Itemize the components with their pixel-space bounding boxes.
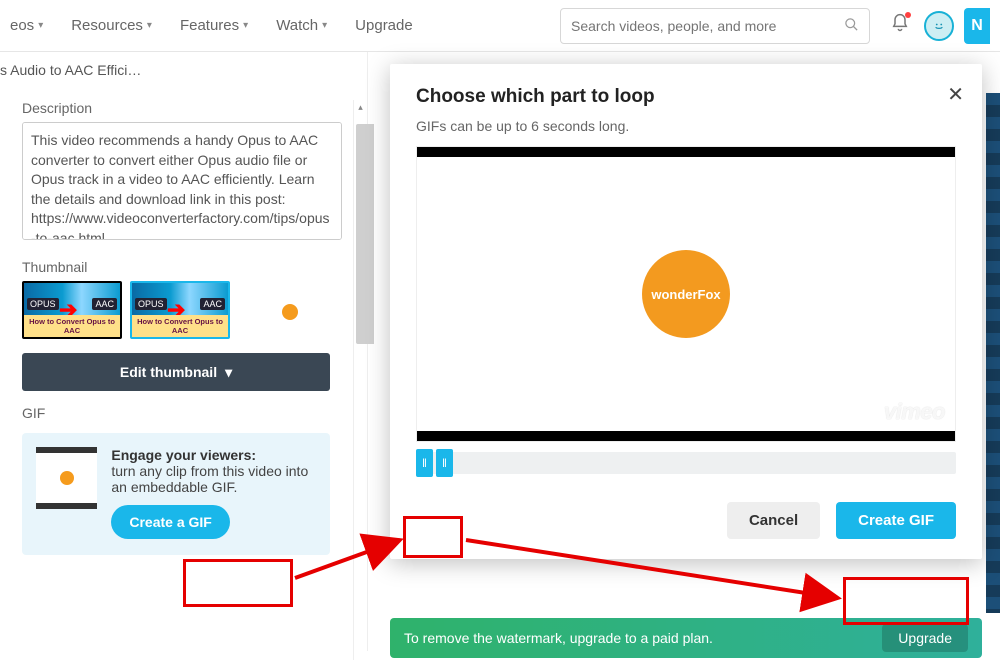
thumbnail-label: Thumbnail [22, 259, 352, 275]
gif-card: Engage your viewers: turn any clip from … [22, 433, 330, 555]
badge: AAC [92, 298, 117, 310]
upgrade-message: To remove the watermark, upgrade to a pa… [404, 630, 713, 646]
video-preview[interactable]: wonderFox vimeo [416, 146, 956, 442]
description-textarea[interactable] [22, 122, 342, 240]
chevron-down-icon: ▾ [38, 20, 43, 31]
badge: AAC [200, 298, 225, 310]
description-label: Description [22, 100, 352, 116]
gif-body: turn any clip from this video into an em… [111, 463, 316, 495]
vimeo-watermark: vimeo [884, 399, 945, 425]
chevron-down-icon: ▾ [243, 20, 248, 31]
create-a-gif-button[interactable]: Create a GIF [111, 505, 229, 539]
modal-actions: Cancel Create GIF [390, 474, 982, 559]
thumbnail-option[interactable]: OPUS ➔ AAC How to Convert Opus to AAC [22, 281, 122, 339]
new-button[interactable]: N [964, 8, 990, 44]
nav-item-upgrade[interactable]: Upgrade [355, 17, 413, 34]
dot-icon [60, 471, 74, 485]
thumbnail-option[interactable] [238, 281, 338, 339]
dot-icon [282, 304, 298, 320]
notification-dot-icon [905, 12, 911, 18]
thumbnail-list: OPUS ➔ AAC How to Convert Opus to AAC OP… [22, 281, 352, 339]
chevron-down-icon: ▾ [147, 20, 152, 31]
avatar[interactable] [924, 11, 954, 41]
nav-item-videos[interactable]: eos ▾ [10, 17, 43, 34]
search-input[interactable] [571, 18, 844, 34]
gif-preview [36, 447, 97, 509]
edit-thumbnail-label: Edit thumbnail [120, 364, 217, 380]
cancel-button[interactable]: Cancel [727, 502, 820, 539]
loop-end-handle[interactable]: ‖ [436, 449, 453, 477]
nav-item-watch[interactable]: Watch ▾ [276, 17, 327, 34]
main-area: ✕ Choose which part to loop GIFs can be … [374, 58, 1000, 641]
chevron-down-icon: ▾ [322, 20, 327, 31]
thumbnail-option-selected[interactable]: OPUS ➔ AAC How to Convert Opus to AAC [130, 281, 230, 339]
settings-panel: s Audio to AAC Effici… Description Thumb… [0, 52, 368, 651]
gif-text: Engage your viewers: turn any clip from … [111, 447, 316, 539]
breadcrumb: s Audio to AAC Effici… [0, 52, 367, 86]
edit-thumbnail-button[interactable]: Edit thumbnail ▾ [22, 353, 330, 391]
gif-heading: Engage your viewers: [111, 447, 256, 463]
new-button-label: N [971, 17, 983, 35]
thumbnail-caption: How to Convert Opus to AAC [132, 315, 228, 337]
letterbox-bar [417, 147, 955, 157]
loop-track[interactable]: ‖ ‖ [416, 452, 956, 474]
nav-item-features[interactable]: Features ▾ [180, 17, 248, 34]
gif-section-label: GIF [22, 405, 352, 421]
scrollbar[interactable]: ▴ [353, 100, 367, 660]
thumbnail-caption: How to Convert Opus to AAC [24, 315, 120, 337]
letterbox-bar [417, 431, 955, 441]
video-thumb-strip[interactable] [986, 93, 1000, 613]
top-nav: eos ▾ Resources ▾ Features ▾ Watch ▾ Upg… [0, 0, 1000, 52]
chevron-down-icon: ▾ [225, 364, 232, 381]
loop-start-handle[interactable]: ‖ [416, 449, 433, 477]
nav-label: Features [180, 17, 239, 34]
upgrade-button[interactable]: Upgrade [882, 624, 968, 652]
nav-label: eos [10, 17, 34, 34]
badge: OPUS [135, 298, 167, 310]
close-icon[interactable]: ✕ [947, 82, 964, 107]
nav-label: Upgrade [355, 17, 413, 34]
badge: OPUS [27, 298, 59, 310]
create-gif-button[interactable]: Create GIF [836, 502, 956, 539]
loop-handles[interactable]: ‖ ‖ [416, 449, 456, 477]
search-icon[interactable] [844, 17, 859, 35]
notifications-bell[interactable] [890, 13, 910, 38]
nav-label: Resources [71, 17, 143, 34]
gif-loop-modal: ✕ Choose which part to loop GIFs can be … [390, 64, 982, 559]
upgrade-banner: To remove the watermark, upgrade to a pa… [390, 618, 982, 658]
nav-item-resources[interactable]: Resources ▾ [71, 17, 152, 34]
scroll-up-icon[interactable]: ▴ [354, 100, 367, 114]
search-input-wrap[interactable] [560, 8, 870, 44]
modal-title: Choose which part to loop [416, 86, 956, 108]
brand-logo: wonderFox [642, 250, 730, 338]
nav-label: Watch [276, 17, 318, 34]
nav-links: eos ▾ Resources ▾ Features ▾ Watch ▾ Upg… [10, 17, 413, 34]
modal-subtitle: GIFs can be up to 6 seconds long. [416, 118, 956, 134]
